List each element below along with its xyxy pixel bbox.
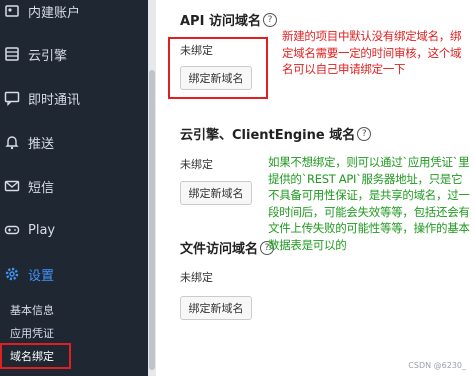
sidebar: 内建账户 云引擎 即时通讯 推送 短信 Play 设置 基本信息 应用凭证 域名… [0, 0, 148, 376]
chat-icon [2, 88, 22, 108]
help-icon[interactable]: ? [262, 12, 277, 27]
users-icon [2, 1, 22, 21]
sidebar-item-label: 短信 [28, 180, 55, 196]
bell-icon [2, 132, 22, 152]
sidebar-item-label: 推送 [28, 136, 55, 152]
watermark: CSDN @6230_ [408, 361, 466, 370]
cloud-engine-domain-title: 云引擎、ClientEngine 域名 ? [180, 124, 372, 143]
sidebar-item-label: 内建账户 [28, 5, 81, 21]
sidebar-item-settings[interactable]: 设置 [0, 257, 148, 291]
green-annotation-note: 如果不想绑定，则可以通过`应用凭证`里提供的`REST API`服务器地址，只是… [268, 155, 470, 252]
domain-binding-highlight-box [0, 343, 71, 369]
bind-cloud-engine-domain-button[interactable]: 绑定新域名 [180, 181, 252, 205]
sidebar-item-label: 云引擎 [28, 48, 68, 64]
red-annotation-note: 新建的项目中默认没有绑定域名，绑定域名需要一定的时间审核，这个域名可以自己申请绑… [282, 29, 462, 76]
file-domain-status: 未绑定 [180, 271, 213, 284]
sidebar-item-label: Play [28, 222, 56, 238]
cloud-engine-domain-status: 未绑定 [180, 158, 213, 171]
server-icon [2, 44, 22, 64]
sidebar-item-users[interactable]: 内建账户 [0, 0, 148, 28]
sidebar-item-play[interactable]: Play [0, 213, 148, 247]
bind-file-domain-button[interactable]: 绑定新域名 [180, 296, 252, 320]
subnav-app-credentials[interactable]: 应用凭证 [10, 325, 54, 343]
sidebar-item-cloud-engine[interactable]: 云引擎 [0, 37, 148, 71]
api-domain-title: API 访问域名 ? [180, 10, 277, 29]
gamepad-icon [2, 220, 22, 240]
sidebar-item-label: 即时通讯 [28, 92, 81, 108]
sidebar-item-label: 设置 [28, 268, 55, 284]
file-domain-title: 文件访问域名 ? [180, 238, 275, 257]
scrollbar-thumb[interactable] [149, 70, 155, 370]
gear-icon [2, 264, 22, 284]
mail-icon [2, 176, 22, 196]
sidebar-item-sms[interactable]: 短信 [0, 169, 148, 203]
help-icon[interactable]: ? [357, 126, 372, 141]
sidebar-item-im[interactable]: 即时通讯 [0, 81, 148, 115]
subnav-basic-info[interactable]: 基本信息 [10, 302, 54, 320]
api-domain-highlight-box [168, 37, 268, 99]
sidebar-item-push[interactable]: 推送 [0, 125, 148, 159]
